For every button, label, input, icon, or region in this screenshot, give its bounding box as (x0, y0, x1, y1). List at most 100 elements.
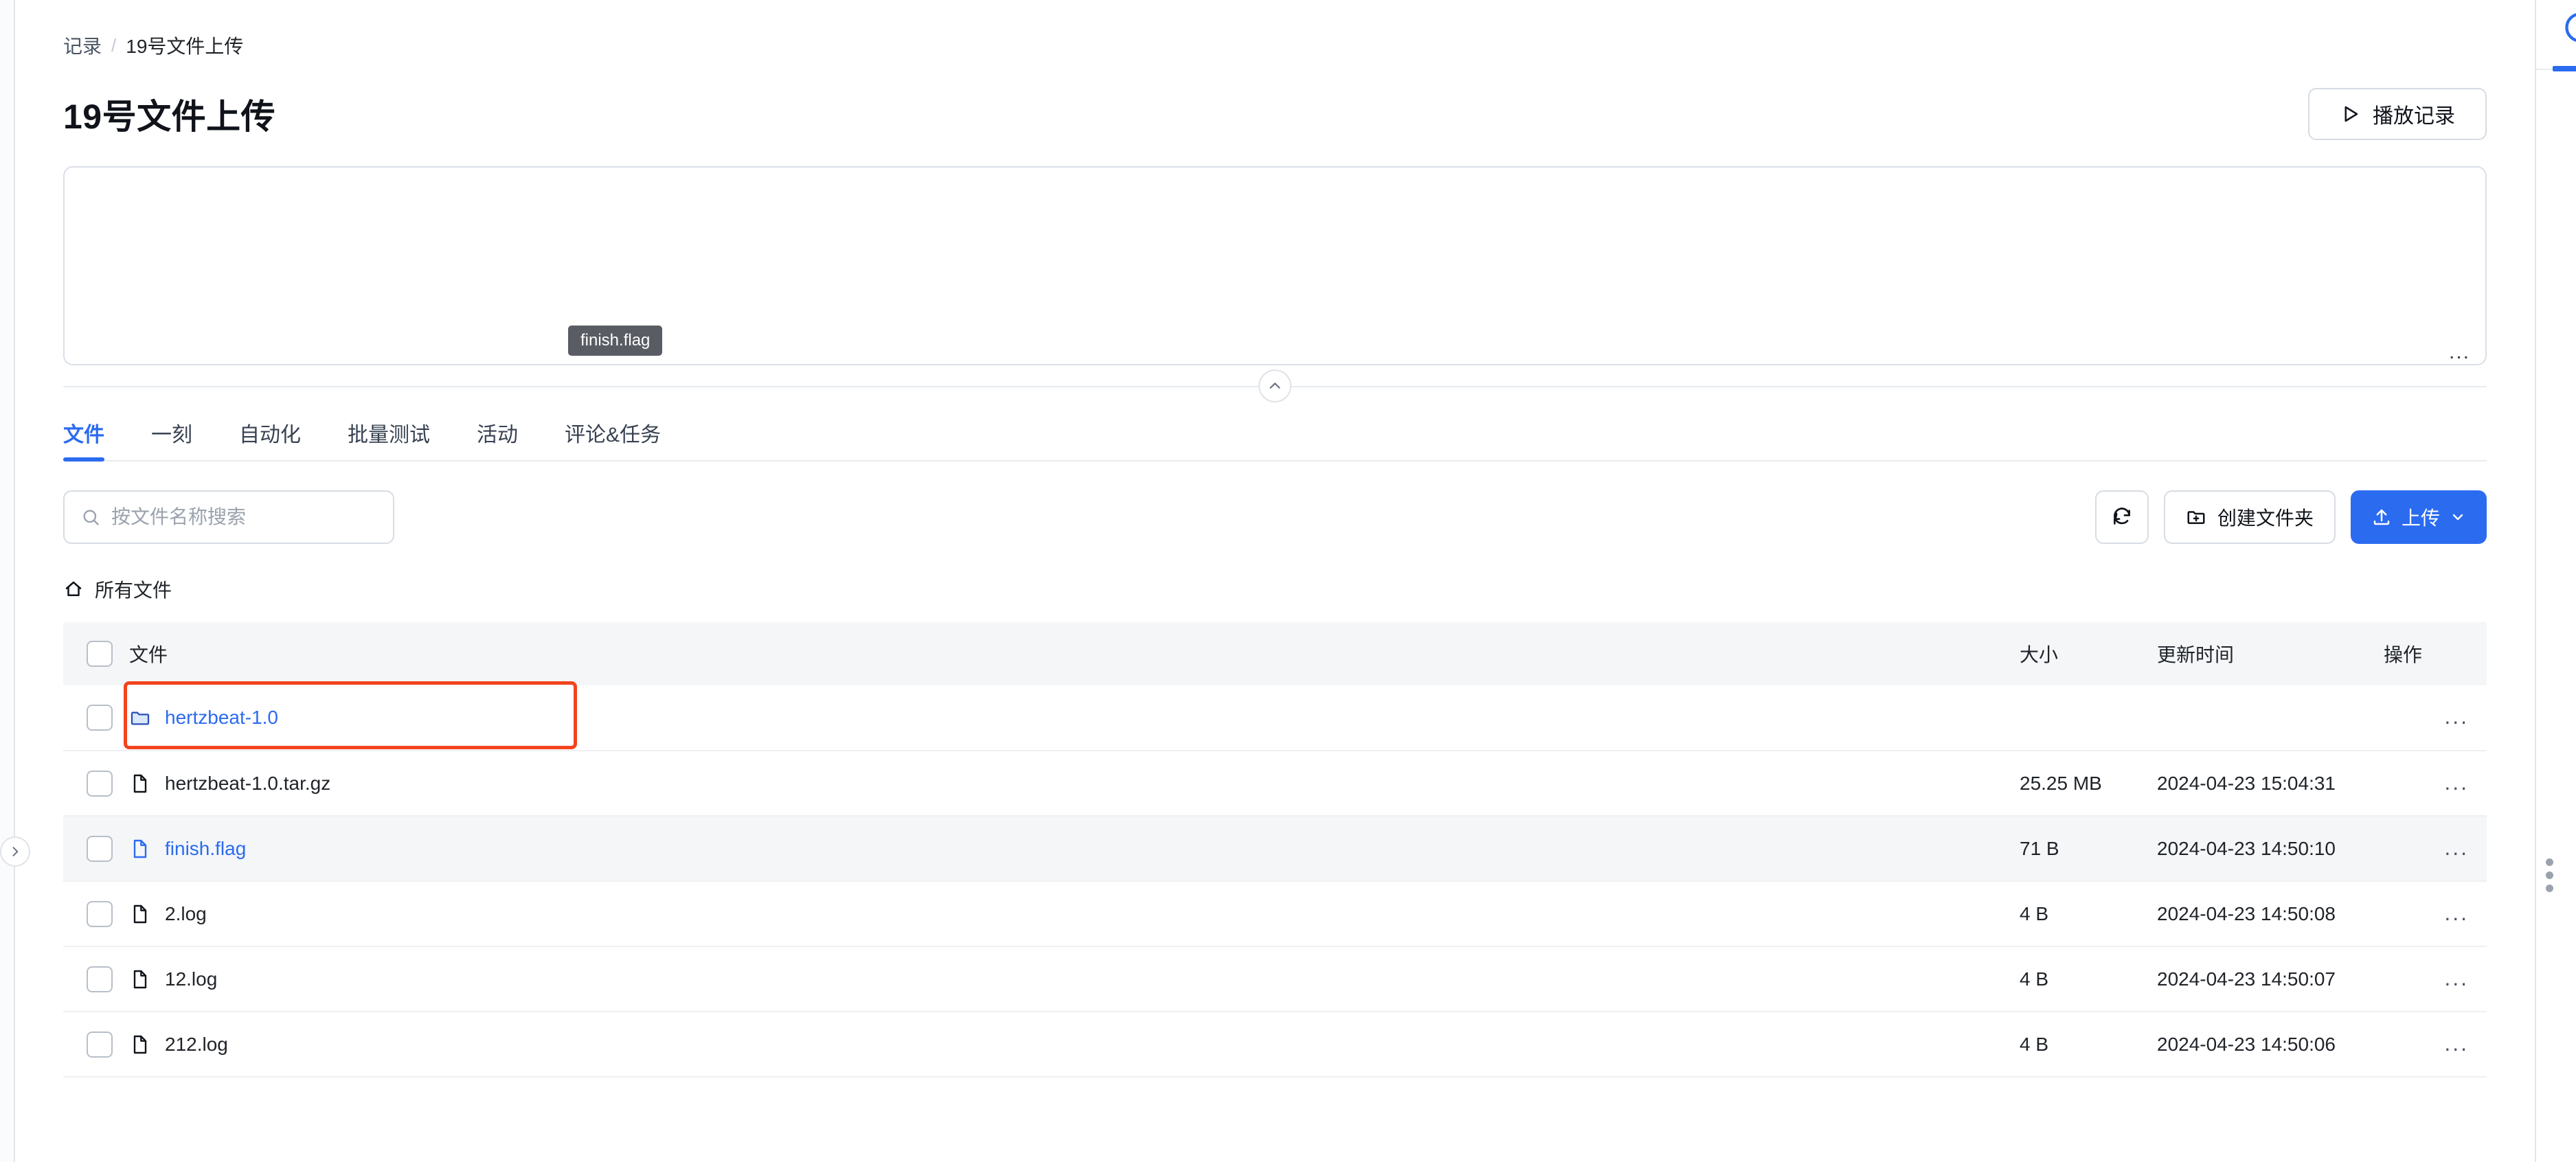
chevron-right-icon (12, 847, 19, 856)
panel-resize-handle[interactable] (2546, 858, 2553, 892)
row-action-cell: ... (2384, 1012, 2487, 1078)
column-header-time[interactable]: 更新时间 (2157, 622, 2384, 685)
chevron-down-icon (2452, 514, 2463, 521)
table-row[interactable]: hertzbeat-1.0... (63, 685, 2487, 751)
tab-item[interactable]: 文件 (63, 411, 104, 462)
upload-button[interactable]: 上传 (2350, 490, 2487, 544)
row-name-cell: finish.flag (129, 816, 2020, 882)
file-entry[interactable]: finish.flag (129, 838, 2020, 860)
row-action-cell: ... (2384, 816, 2487, 882)
file-entry[interactable]: 2.log (129, 903, 2020, 925)
tab-item[interactable]: 批量测试 (348, 411, 430, 462)
row-size-cell: 4 B (2020, 1012, 2157, 1078)
preview-more-button[interactable]: ... (2449, 342, 2470, 363)
play-icon (2345, 106, 2358, 122)
table-row[interactable]: 12.log 4 B 2024-04-23 14:50:07... (63, 946, 2487, 1012)
breadcrumb-root[interactable]: 记录 (63, 32, 102, 59)
row-more-actions-button[interactable]: ... (2444, 770, 2469, 795)
tab-item[interactable]: 活动 (477, 411, 518, 462)
info-circle-icon (2565, 13, 2576, 42)
preview-collapse-button[interactable] (1258, 369, 1291, 402)
tab-item[interactable]: 评论&任务 (565, 411, 661, 462)
row-action-cell: ... (2384, 881, 2487, 947)
row-name-cell: 12.log (129, 946, 2020, 1012)
file-table-header-row: 文件 大小 更新时间 操作 (63, 622, 2487, 685)
file-table: 文件 大小 更新时间 操作 hertzbeat-1.0... hertzbeat-… (63, 622, 2487, 1078)
row-more-actions-button[interactable]: ... (2444, 704, 2469, 729)
table-row[interactable]: hertzbeat-1.0.tar.gz 25.25 MB 2024-04-23 1… (63, 751, 2487, 817)
path-breadcrumb[interactable]: 所有文件 (63, 576, 2487, 603)
row-select-cell (63, 685, 129, 751)
preview-panel-wrap: ... finish.flag (63, 166, 2487, 365)
row-checkbox[interactable] (87, 966, 113, 992)
play-record-label: 播放记录 (2373, 105, 2455, 128)
right-side-panel (2535, 0, 2576, 1162)
file-name-label: 2.log (165, 902, 207, 924)
preview-panel: ... (63, 166, 2487, 365)
row-time-cell: 2024-04-23 14:50:08 (2157, 881, 2384, 947)
column-header-action: 操作 (2384, 644, 2423, 665)
row-size-cell: 25.25 MB (2020, 751, 2157, 817)
title-row: 19号文件上传 播放记录 (63, 88, 2487, 140)
breadcrumb-separator: / (111, 34, 117, 56)
row-name-cell: 212.log (129, 1012, 2020, 1078)
breadcrumb-current: 19号文件上传 (126, 36, 244, 57)
select-all-checkbox[interactable] (87, 641, 113, 667)
row-select-cell (63, 946, 129, 1012)
row-select-cell (63, 881, 129, 947)
drag-dot (2546, 885, 2553, 892)
search-input[interactable] (111, 506, 376, 528)
file-entry[interactable]: 212.log (129, 1034, 2020, 1056)
row-more-actions-button[interactable]: ... (2444, 966, 2469, 990)
row-checkbox[interactable] (87, 1031, 113, 1058)
info-panel-button[interactable] (2562, 10, 2576, 45)
refresh-icon (2113, 508, 2130, 525)
table-row[interactable]: 2.log 4 B 2024-04-23 14:50:08... (63, 881, 2487, 947)
refresh-button[interactable] (2094, 490, 2149, 544)
row-time-cell: 2024-04-23 14:50:10 (2157, 816, 2384, 882)
row-more-actions-button[interactable]: ... (2444, 1031, 2469, 1056)
row-size-cell: 4 B (2020, 881, 2157, 947)
column-header-name[interactable]: 文件 (129, 622, 2020, 685)
create-folder-button[interactable]: 创建文件夹 (2163, 490, 2336, 544)
row-checkbox[interactable] (87, 835, 113, 862)
row-time-cell: 2024-04-23 14:50:07 (2157, 946, 2384, 1012)
left-sidebar-rail (0, 0, 30, 1162)
row-select-cell (63, 1012, 129, 1078)
row-more-actions-button[interactable]: ... (2444, 900, 2469, 925)
toolbar-right-group: 创建文件夹 上传 (2094, 490, 2487, 544)
file-entry[interactable]: hertzbeat-1.0 (129, 707, 2020, 729)
row-more-actions-button[interactable]: ... (2444, 835, 2469, 860)
table-row[interactable]: 212.log 4 B 2024-04-23 14:50:06... (63, 1012, 2487, 1078)
drag-dot (2546, 872, 2553, 879)
row-checkbox[interactable] (87, 770, 113, 797)
search-box[interactable] (63, 490, 394, 544)
file-table-head: 文件 大小 更新时间 操作 (63, 622, 2487, 685)
file-icon (133, 839, 147, 858)
row-time-cell: 2024-04-23 15:04:31 (2157, 751, 2384, 817)
row-checkbox[interactable] (87, 705, 113, 731)
file-entry[interactable]: 12.log (129, 968, 2020, 990)
row-action-cell: ... (2384, 751, 2487, 817)
upload-label: 上传 (2401, 508, 2440, 529)
file-icon (133, 970, 147, 988)
path-breadcrumb-label: 所有文件 (95, 580, 172, 601)
upload-icon (2373, 509, 2390, 525)
file-icon (133, 904, 147, 923)
folder-icon (131, 711, 150, 725)
select-all-cell (63, 622, 129, 685)
create-folder-label: 创建文件夹 (2217, 508, 2314, 529)
file-name-label: hertzbeat-1.0 (165, 707, 278, 728)
breadcrumb: 记录 / 19号文件上传 (63, 0, 2487, 59)
sidebar-expand-button[interactable] (0, 836, 30, 867)
column-header-size[interactable]: 大小 (2020, 622, 2157, 685)
file-name-label: hertzbeat-1.0.tar.gz (165, 772, 331, 794)
search-icon (83, 510, 99, 525)
table-row[interactable]: finish.flag 71 B 2024-04-23 14:50:10... (63, 816, 2487, 882)
tab-item[interactable]: 一刻 (151, 411, 192, 462)
tab-item[interactable]: 自动化 (239, 411, 301, 462)
file-entry[interactable]: hertzbeat-1.0.tar.gz (129, 773, 2020, 795)
row-select-cell (63, 816, 129, 882)
play-record-button[interactable]: 播放记录 (2308, 88, 2487, 140)
row-checkbox[interactable] (87, 900, 113, 927)
